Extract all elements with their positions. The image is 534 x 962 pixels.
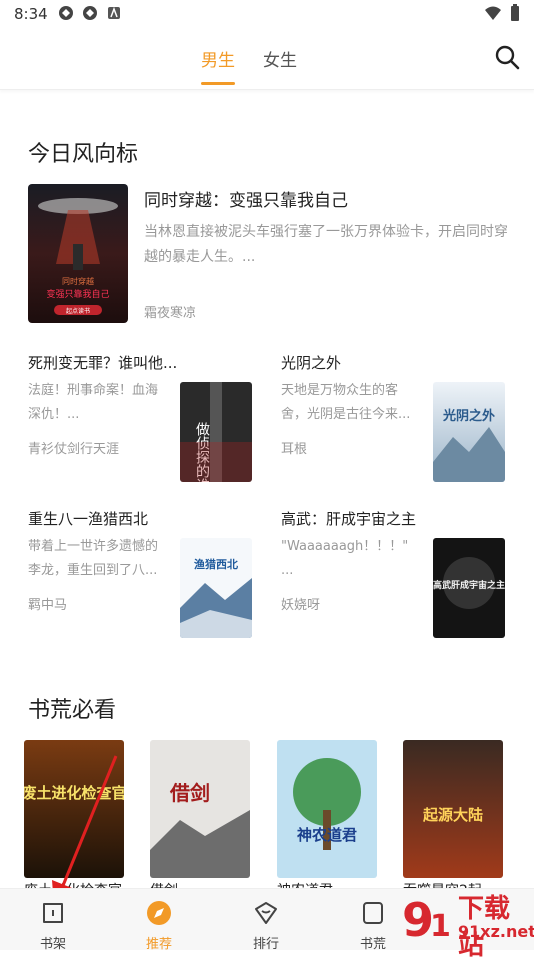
tab-female[interactable]: 女生 (263, 46, 297, 71)
book-cover: 神农道君 (277, 740, 377, 878)
book-cover: 起源大陆 (403, 740, 503, 878)
active-tab-indicator (201, 82, 235, 85)
shelf-book[interactable]: 神农道君 神农道君 (277, 740, 377, 900)
book-author: 羁中马 (28, 598, 68, 613)
search-icon[interactable] (494, 44, 520, 70)
book-card[interactable]: 死刑变无罪？谁叫他... 法庭！刑事命案！血海深仇！... 青衫仗剑行天涯 做侦… (28, 352, 254, 482)
watermark-logo-icon: 9 1 (402, 893, 451, 947)
system-icons (484, 4, 520, 22)
book-cover: 同时穿越 变强只靠我自己 起点读书 (28, 184, 128, 323)
wifi-icon (485, 6, 501, 20)
book-title: 死刑变无罪？谁叫他... (28, 354, 178, 372)
nav-ranking[interactable]: 排行 (236, 899, 296, 952)
site-watermark: 9 1 下载站 91xz.net (394, 884, 534, 961)
cover-title: 同时穿越 (62, 276, 94, 286)
featured-book[interactable]: 同时穿越 变强只靠我自己 起点读书 同时穿越：变强只靠我自己 当林恩直接被泥头车… (28, 184, 508, 324)
book-cover: 做侦探的谁叫他 (180, 382, 252, 482)
shelf-book[interactable]: 起源大陆 吞噬星空2起 (403, 740, 503, 900)
tab-male[interactable]: 男生 (201, 46, 235, 71)
cover-text: 起源大陆 (422, 806, 483, 824)
cover-brand: 起点读书 (66, 307, 90, 315)
book-icon (363, 902, 383, 924)
notification-icons (58, 5, 122, 21)
section-title-must-read: 书荒必看 (28, 698, 117, 723)
book-cover: 借剑 (150, 740, 250, 878)
cover-text: 借剑 (169, 781, 210, 805)
shelf-book[interactable]: 废土进化检查官 废土进化检查官 (24, 740, 124, 900)
book-cover: 光阴之外 (433, 382, 505, 482)
book-title: 光阴之外 (281, 354, 342, 372)
top-navigation: 男生 女生 (0, 28, 534, 90)
book-description: 天地是万物众生的客舍，光阴是古往今来... (281, 383, 411, 422)
book-title: 同时穿越：变强只靠我自己 (144, 191, 348, 211)
compass-icon (147, 901, 171, 925)
bookshelf-icon (43, 903, 63, 923)
book-cover: 渔猎西北 (180, 538, 252, 638)
book-author: 青衫仗剑行天涯 (28, 442, 120, 457)
cover-text: 高武肝成宇宙之主 (433, 579, 505, 591)
shelf-book[interactable]: 借剑 借剑 (150, 740, 250, 900)
book-title: 重生八一渔猎西北 (28, 510, 149, 528)
book-description: "Waaaaaagh！！！" ... (281, 539, 409, 578)
svg-text:1: 1 (430, 909, 451, 944)
battery-icon (511, 4, 519, 21)
status-time: 8:34 (14, 5, 48, 23)
book-cover: 废土进化检查官 (24, 740, 124, 878)
nav-label: 推荐 (145, 937, 172, 952)
cover-subtitle: 变强只靠我自己 (46, 288, 109, 300)
section-title-trending: 今日风向标 (28, 142, 139, 167)
book-card[interactable]: 重生八一渔猎西北 带着上一世许多遗憾的李龙，重生回到了八... 羁中马 渔猎西北 (28, 508, 254, 638)
must-read-shelf: 废土进化检查官 废土进化检查官 借剑 借剑 神农道君 神农道君 (24, 740, 534, 899)
cover-text: 废土进化检查官 (24, 784, 124, 802)
book-author: 妖娆呀 (281, 598, 321, 613)
book-author: 霜夜寒凉 (144, 306, 197, 321)
book-card[interactable]: 光阴之外 天地是万物众生的客舍，光阴是古往今来... 耳根 光阴之外 (281, 352, 507, 482)
app-notification-icon (83, 6, 97, 20)
nav-bookshelf[interactable]: 书架 (23, 899, 83, 952)
cover-text: 神农道君 (297, 826, 357, 844)
watermark-url: 91xz.net (458, 922, 534, 941)
nav-recommend[interactable]: 推荐 (129, 899, 189, 952)
status-bar: 8:34 (0, 0, 534, 28)
book-author: 耳根 (281, 442, 308, 457)
book-cover: 高武肝成宇宙之主 (433, 538, 505, 638)
cover-text: 渔猎西北 (194, 557, 238, 571)
ranking-icon (255, 902, 277, 924)
book-card[interactable]: 高武：肝成宇宙之主 "Waaaaaagh！！！" ... 妖娆呀 高武肝成宇宙之… (281, 508, 507, 638)
book-title: 高武：肝成宇宙之主 (281, 510, 417, 528)
nav-label: 书架 (39, 937, 66, 952)
nav-label: 排行 (252, 937, 279, 952)
font-notification-icon (108, 6, 120, 19)
book-description: 带着上一世许多遗憾的李龙，重生回到了八... (28, 539, 159, 578)
book-description: 当林恩直接被泥头车强行塞了一张万界体验卡，开启同时穿越的暴走人生。... (144, 224, 508, 265)
app-notification-icon (59, 6, 73, 20)
cover-text: 光阴之外 (442, 408, 495, 424)
book-description: 法庭！刑事命案！血海深仇！... (28, 383, 159, 422)
